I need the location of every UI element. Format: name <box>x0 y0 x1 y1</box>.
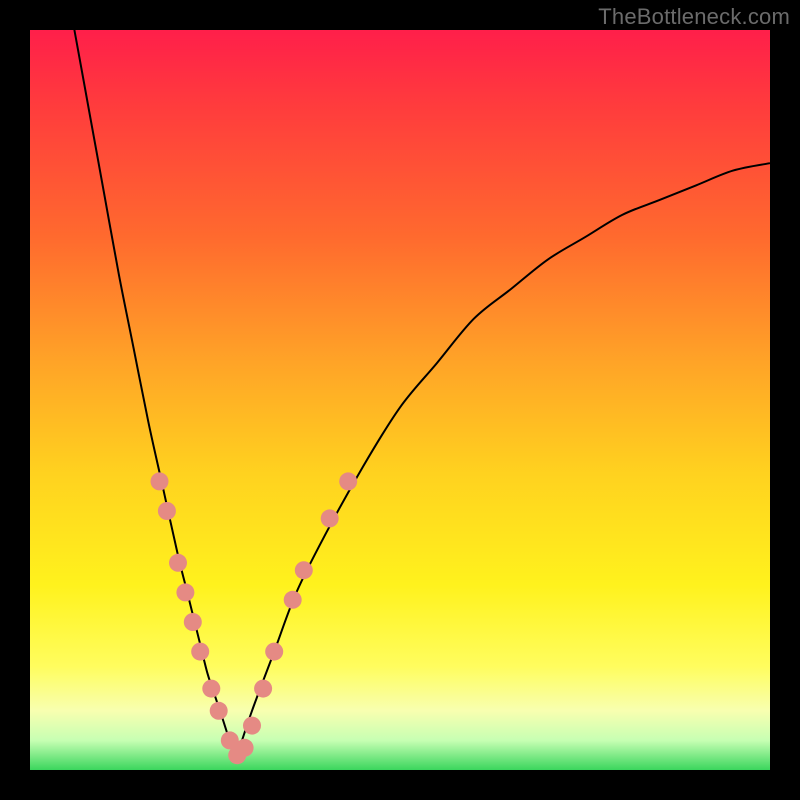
chart-stage: TheBottleneck.com <box>0 0 800 800</box>
highlight-dot <box>191 643 209 661</box>
highlight-dot <box>151 472 169 490</box>
left-curve <box>74 30 237 755</box>
highlight-dot <box>202 680 220 698</box>
highlight-dot <box>210 702 228 720</box>
chart-svg <box>30 30 770 770</box>
right-curve <box>237 163 770 755</box>
chart-plot-area <box>30 30 770 770</box>
highlight-dot <box>184 613 202 631</box>
highlight-dot <box>158 502 176 520</box>
highlight-dot <box>169 554 187 572</box>
highlight-dot <box>339 472 357 490</box>
highlight-dot <box>236 739 254 757</box>
highlight-dot <box>265 643 283 661</box>
watermark-label: TheBottleneck.com <box>598 4 790 30</box>
highlight-dot <box>243 717 261 735</box>
highlight-dot <box>321 509 339 527</box>
highlight-dot <box>254 680 272 698</box>
highlight-dots <box>151 472 358 764</box>
highlight-dot <box>284 591 302 609</box>
highlight-dot <box>176 583 194 601</box>
highlight-dot <box>295 561 313 579</box>
